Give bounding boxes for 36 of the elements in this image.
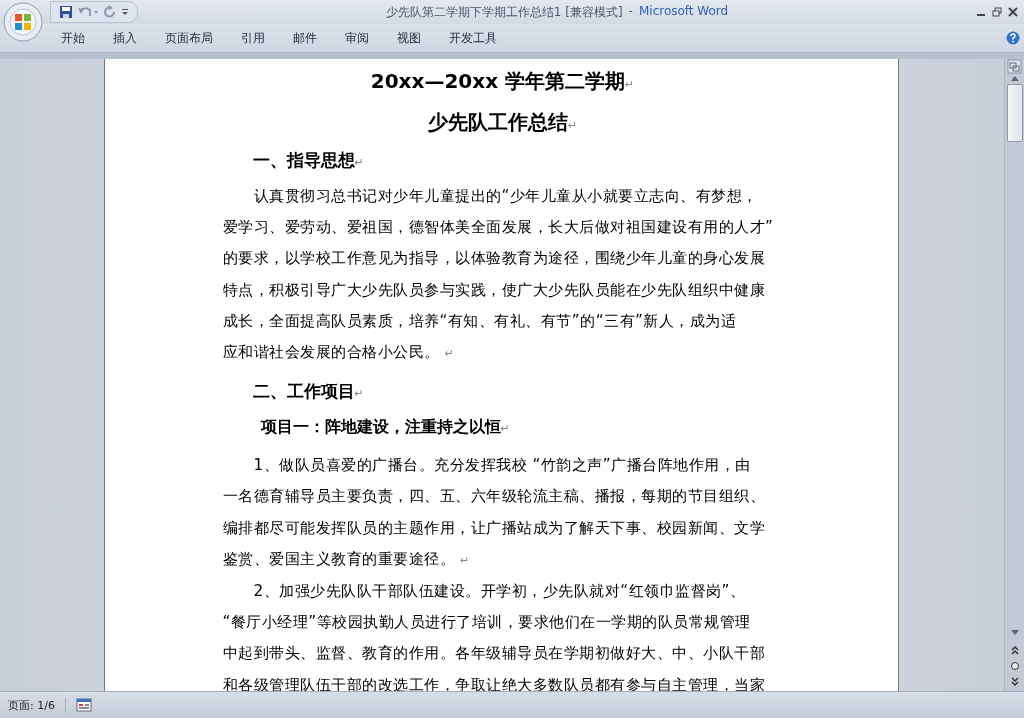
ribbon-tab[interactable]: 审阅	[336, 25, 378, 51]
customize-icon[interactable]	[121, 7, 129, 17]
paragraph-mark: ↵	[625, 78, 635, 91]
ribbon-tab[interactable]: 插入	[104, 25, 146, 51]
paragraph-mark: ↵	[567, 119, 578, 132]
paragraph-mark: ↵	[354, 387, 364, 401]
scroll-thumb[interactable]	[1006, 84, 1023, 142]
language-icon[interactable]	[75, 698, 92, 712]
ribbon-tab[interactable]: 开始	[52, 25, 94, 51]
subsection-heading: 项目一：阵地建设，注重持之以恒	[260, 417, 501, 437]
ribbon-tab[interactable]: 视图	[388, 25, 430, 51]
document-title: 少先队工作总结	[427, 110, 568, 134]
ribbon-tab[interactable]: 开发工具	[440, 25, 506, 51]
title-separator: -	[628, 3, 633, 20]
paragraph-mark: ↵	[354, 156, 364, 169]
document-title: 20xx—20xx 学年第二学期	[370, 69, 625, 93]
next-page-icon[interactable]	[1009, 677, 1020, 687]
restore-icon[interactable]	[992, 7, 1002, 17]
save-icon[interactable]	[59, 5, 73, 19]
section-heading: 一、指导思想	[252, 150, 355, 170]
body-paragraph: 认真贯彻习总书记对少年儿童提出的“少年儿童从小就要立志向、有梦想， 爱学习、爱劳动、爱祖国，德智体美全面发展，长大后做对祖国建设有用的人才” 的要求，以学校工作意见为指导，以体验教育为途径，围绕少年儿童的身心发展 特点，积极引导广大少先队员参与实践，使广大少先队员能在少先队组织中健康 成长，全面提高队员素质，培养“有知、有礼、有节”的“三有”新人，成为适 应和谐社会发展的合格小公民。 ↵	[222, 186, 775, 363]
previous-page-icon[interactable]	[1009, 645, 1020, 655]
paragraph-mark: ↵	[500, 422, 510, 436]
body-paragraph: 1、做队员喜爱的广播台。充分发挥我校 “竹韵之声”广播台阵地作用，由 一名德育辅导员主要负责，四、五、六年级轮流主稿、播报，每期的节目组织、 编排都尽可能发挥队员的主题作用，让广播站成为了解天下事、校园新闻、文学 鉴赏、爱国主义教育的重要途径。 ↵	[222, 455, 766, 570]
ribbon-tab[interactable]: 页面布局	[156, 25, 222, 51]
close-icon[interactable]	[1008, 7, 1018, 17]
window-title: 少先队第二学期下学期工作总结1 [兼容模式]	[385, 3, 623, 21]
ribbon-tab[interactable]: 引用	[232, 25, 274, 51]
app-name: Microsoft Word	[638, 3, 729, 20]
scroll-down-icon[interactable]	[1009, 629, 1020, 637]
browse-object-icon[interactable]	[1009, 661, 1020, 671]
help-icon[interactable]	[1006, 31, 1020, 45]
ribbon-tab[interactable]: 邮件	[284, 25, 326, 51]
page-count[interactable]: 页面: 1/6	[0, 697, 66, 713]
section-heading: 二、工作项目	[252, 381, 355, 402]
ruler-toggle-icon[interactable]	[1007, 59, 1022, 74]
